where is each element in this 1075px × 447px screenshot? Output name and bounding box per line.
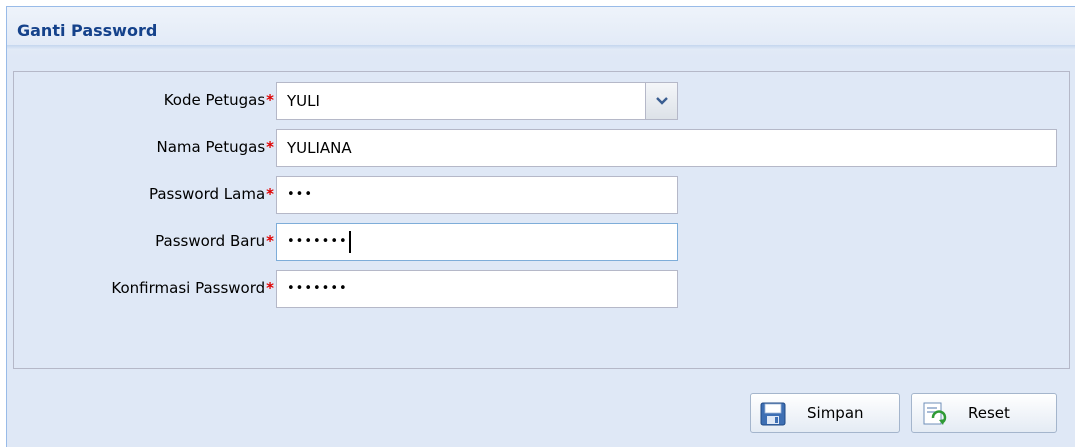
required-marker: * (266, 185, 274, 203)
password-baru-label: Password Baru* (155, 232, 274, 250)
required-marker: * (266, 279, 274, 297)
required-marker: * (266, 138, 274, 156)
simpan-button[interactable]: Simpan (750, 393, 900, 433)
header-divider (7, 45, 1075, 49)
reset-form-icon (921, 402, 947, 430)
password-lama-value: ••• (287, 187, 314, 202)
row-password-lama: Password Lama* (14, 176, 274, 214)
reset-label: Reset (968, 404, 1010, 422)
password-baru-input[interactable]: ••••••• (276, 223, 678, 261)
nama-petugas-input[interactable]: YULIANA (276, 129, 1057, 167)
nama-petugas-value: YULIANA (287, 139, 352, 157)
combo-trigger-button[interactable] (645, 82, 678, 120)
row-nama-petugas: Nama Petugas* (14, 129, 275, 167)
change-password-panel: Ganti Password Kode Petugas* YULI Nama P… (6, 6, 1075, 447)
panel-header: Ganti Password (7, 7, 1075, 57)
konfirmasi-password-label: Konfirmasi Password* (111, 279, 274, 297)
panel-title: Ganti Password (17, 21, 158, 40)
change-password-form: Kode Petugas* YULI Nama Petugas* YULIANA… (13, 71, 1070, 369)
konfirmasi-password-input[interactable]: ••••••• (276, 270, 678, 308)
required-marker: * (266, 232, 274, 250)
row-konfirmasi-password: Konfirmasi Password* (14, 270, 274, 308)
konfirmasi-password-value: ••••••• (287, 281, 348, 296)
password-lama-input[interactable]: ••• (276, 176, 678, 214)
kode-petugas-label: Kode Petugas* (163, 91, 274, 109)
kode-petugas-value: YULI (287, 92, 320, 110)
text-cursor (348, 230, 351, 253)
password-baru-value: ••••••• (287, 234, 348, 249)
floppy-disk-icon (760, 402, 786, 430)
simpan-label: Simpan (807, 404, 864, 422)
chevron-down-icon (656, 97, 668, 105)
kode-petugas-combo[interactable]: YULI (276, 82, 678, 120)
row-password-baru: Password Baru* (14, 223, 274, 261)
password-lama-label: Password Lama* (148, 185, 274, 203)
nama-petugas-label: Nama Petugas* (156, 138, 275, 156)
required-marker: * (266, 91, 274, 109)
reset-button[interactable]: Reset (911, 393, 1057, 433)
row-kode-petugas: Kode Petugas* (14, 82, 274, 120)
